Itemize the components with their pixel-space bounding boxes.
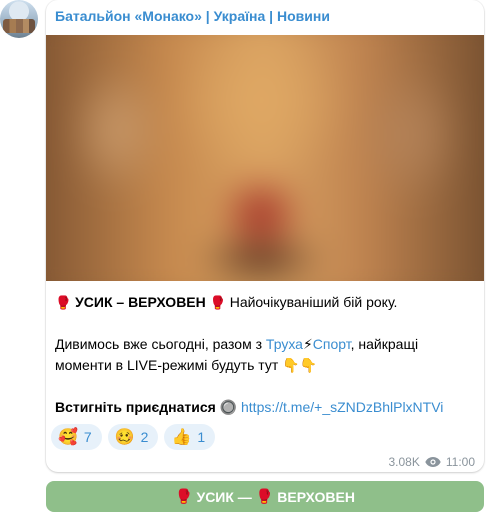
message-meta: 3.08K 11:00 (389, 455, 476, 469)
post-text: 🥊 УСИК – ВЕРХОВЕН 🥊 Найочікуваніший бій … (55, 292, 475, 418)
line2-start: Дивимось вже сьогодні, разом з (55, 336, 266, 352)
join-label: Встигніть приєднатися (55, 399, 216, 415)
reactions-bar: 🥰 7 🥴 2 👍 1 (51, 424, 216, 450)
inline-button-usyk[interactable]: 🥊 УСИК — 🥊 ВЕРХОВЕН (46, 481, 484, 512)
reaction-count: 1 (197, 429, 206, 445)
reaction-thumbs-up[interactable]: 👍 1 (164, 424, 216, 450)
smiling-hearts-icon: 🥰 (58, 429, 78, 446)
link-sport[interactable]: Спорт (313, 336, 351, 352)
button-label-2: ВЕРХОВЕН (277, 488, 355, 505)
boxing-glove-icon: 🥊 (175, 488, 193, 504)
boxing-glove-icon: 🥊 (255, 488, 274, 504)
reaction-smiling-hearts[interactable]: 🥰 7 (51, 424, 102, 450)
post-time: 11:00 (445, 455, 475, 469)
eye-icon (425, 457, 441, 467)
boxing-glove-icon: 🥊 (209, 295, 226, 310)
message-bubble: Батальйон «Монако» | Україна | Новини 🥊 … (46, 0, 484, 472)
view-count: 3.08K (388, 455, 420, 469)
join-link[interactable]: https://t.me/+_sZNDzBhlPlxNTVi (241, 399, 443, 415)
boxing-glove-icon: 🥊 (55, 295, 72, 310)
reaction-count: 2 (140, 429, 149, 445)
bolt-icon: ⚡ (302, 336, 313, 352)
reaction-count: 7 (83, 429, 92, 445)
image-content (46, 35, 484, 281)
woozy-face-icon: 🥴 (114, 429, 135, 446)
button-label: УСИК — (196, 488, 252, 505)
avatar-image (3, 19, 35, 33)
reaction-woozy-face[interactable]: 🥴 2 (107, 424, 159, 450)
channel-name[interactable]: Батальйон «Монако» | Україна | Новини (55, 8, 330, 24)
radio-button-icon: 🔘 (219, 399, 238, 415)
link-truha[interactable]: Труха (266, 336, 303, 352)
post-image-blurred[interactable] (46, 35, 484, 281)
thumbs-up-icon: 👍 (171, 429, 192, 446)
headline-tail: Найочікуваніший бій року. (225, 294, 398, 310)
channel-avatar[interactable] (0, 0, 38, 38)
headline: УСИК – ВЕРХОВЕН (75, 294, 206, 310)
